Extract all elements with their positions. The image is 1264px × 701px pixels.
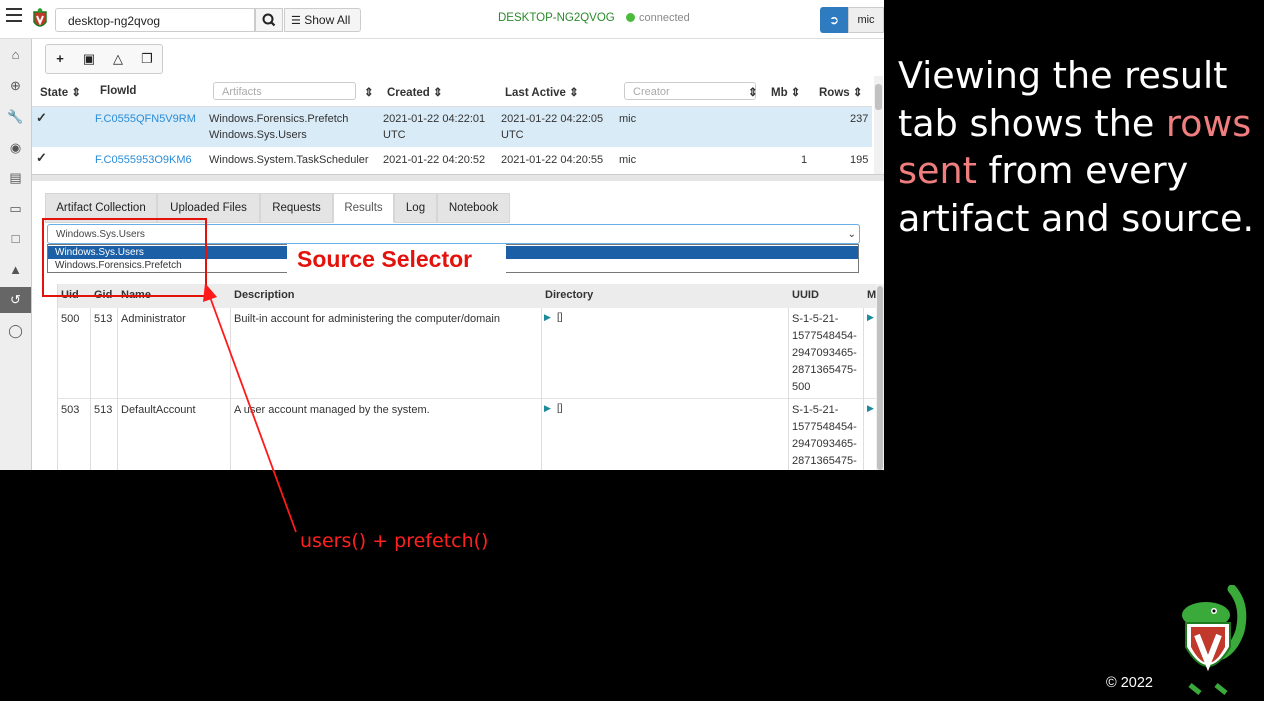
arrow-annotation-text: users() + prefetch(): [300, 530, 489, 552]
slide-headline: Viewing the result tab shows the rows se…: [898, 52, 1258, 242]
copyright: © 2022: [1106, 675, 1153, 691]
velociraptor-mascot-icon: [1182, 585, 1247, 695]
